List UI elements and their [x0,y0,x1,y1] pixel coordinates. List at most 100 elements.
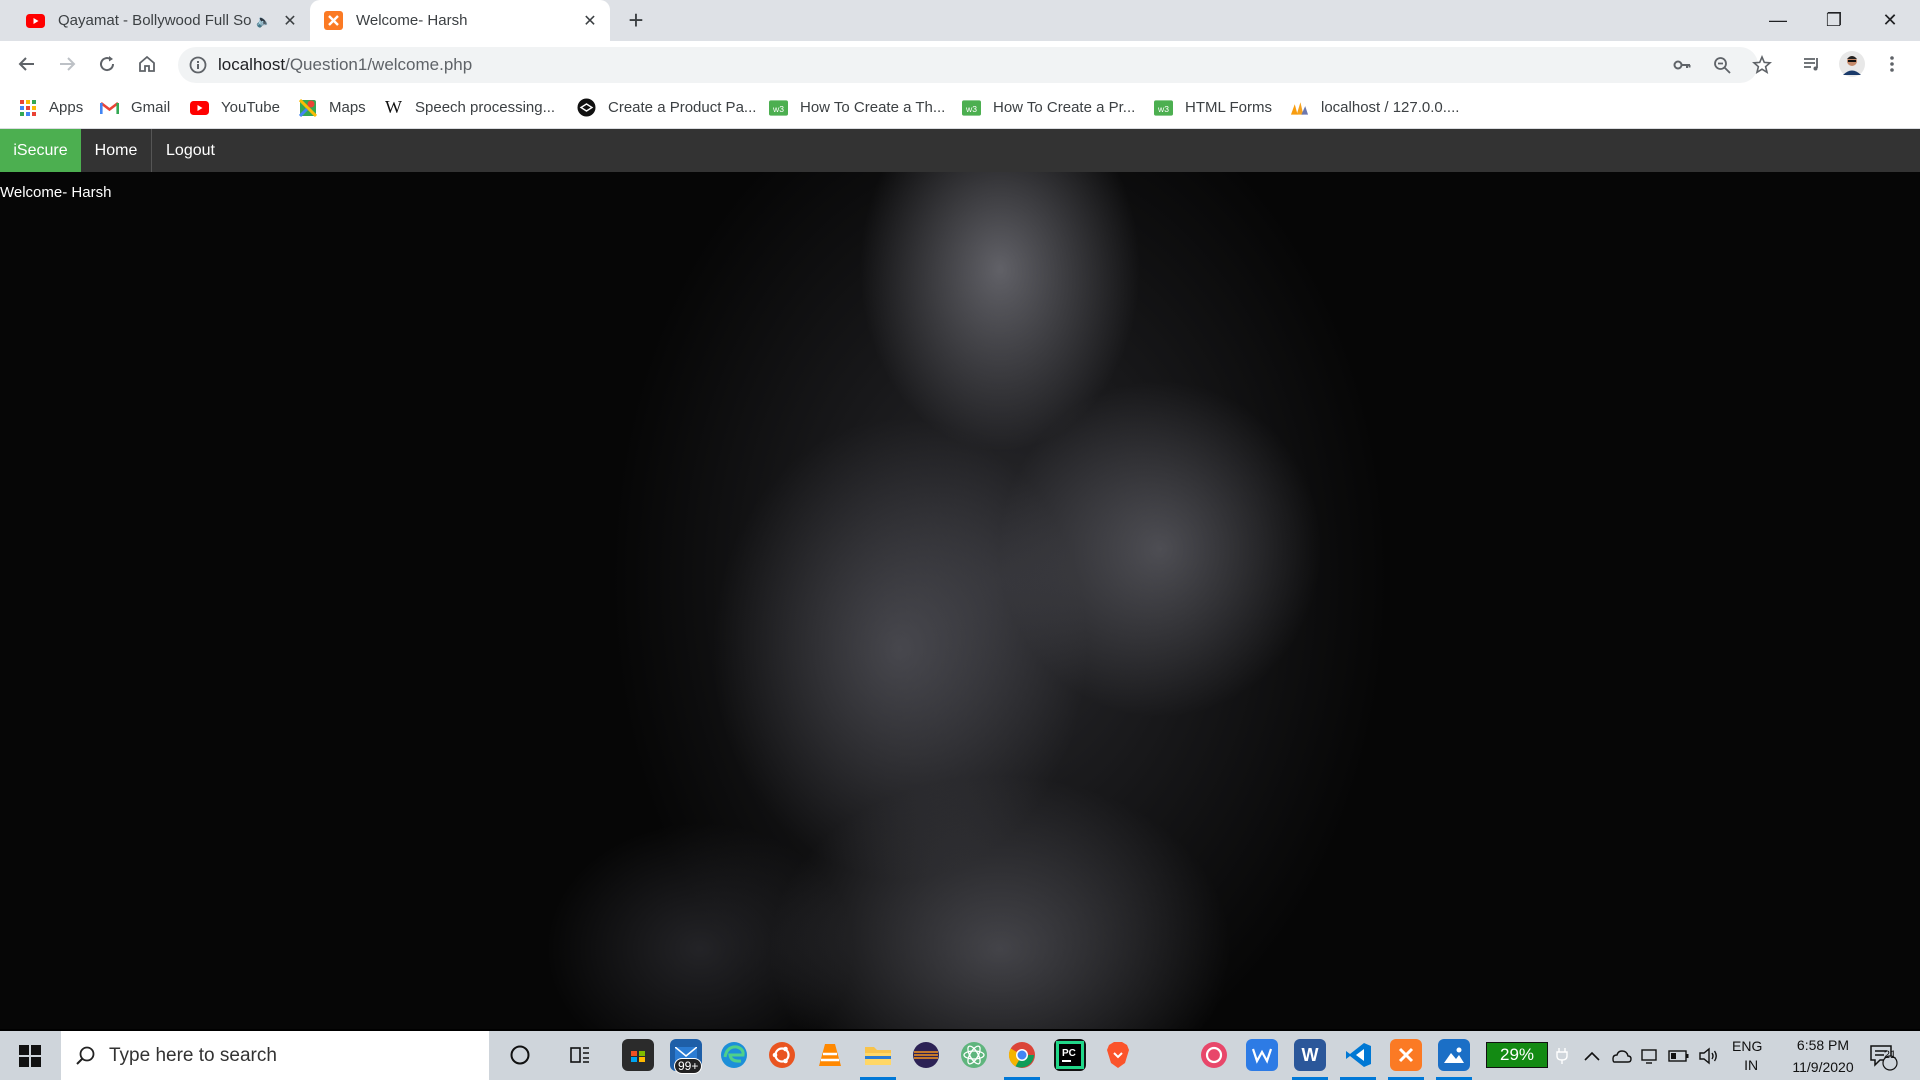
language-region: IN [1744,1056,1759,1073]
start-button[interactable] [0,1031,60,1080]
bookmark-how-to-create-th[interactable]: w3 How To Create a Th... [769,87,945,128]
tab-youtube[interactable]: Qayamat - Bollywood Full So 🔈 ✕ [12,0,310,41]
ubuntu-icon[interactable] [766,1039,798,1071]
site-navbar: iSecure Home Logout [0,129,1920,172]
avatar [1839,51,1865,77]
search-placeholder: Type here to search [109,1045,277,1066]
edge-browser-icon[interactable] [718,1039,750,1071]
profile-button[interactable] [1836,48,1868,80]
bookmark-label: HTML Forms [1185,99,1272,116]
w3schools-icon: w3 [769,98,788,117]
vscode-icon[interactable] [1342,1039,1374,1071]
bookmark-maps[interactable]: Maps [298,87,366,128]
playlist-icon [1804,58,1818,71]
tab-title: Welcome- Harsh [356,12,468,29]
bookmark-youtube[interactable]: YouTube [190,87,280,128]
task-view-icon[interactable] [564,1039,596,1071]
tab-close-icon[interactable]: ✕ [578,11,602,31]
welcome-message: Welcome- Harsh [0,184,112,201]
cortana-icon[interactable] [504,1039,536,1071]
vlc-icon[interactable] [814,1039,846,1071]
tab-close-icon[interactable]: ✕ [278,11,302,31]
tab-welcome[interactable]: Welcome- Harsh ✕ [310,0,610,41]
bookmarks-bar: Apps Gmail YouTube Maps W Speech process… [0,87,1920,129]
onedrive-icon[interactable] [1610,1031,1632,1080]
xampp-icon [324,11,343,30]
photos-icon[interactable] [1438,1039,1470,1071]
brave-icon[interactable] [1102,1039,1134,1071]
zoom-out-icon[interactable] [1712,55,1732,75]
pycharm-icon[interactable]: PC [1054,1039,1086,1071]
forward-button[interactable] [51,48,83,80]
chevron-up-icon[interactable] [1584,1031,1600,1080]
w3schools-icon: w3 [962,98,981,117]
bookmark-gmail[interactable]: Gmail [100,87,170,128]
svg-text:PC: PC [1062,1048,1076,1059]
microsoft-store-icon[interactable] [622,1039,654,1071]
nav-brand-link[interactable]: iSecure [0,129,81,172]
chrome-menu-button[interactable] [1876,48,1908,80]
url-path: /Question1/welcome.php [285,55,473,74]
bookmark-label: Gmail [131,99,171,116]
mail-icon[interactable]: 99+ [670,1039,703,1074]
minimize-button[interactable]: — [1750,0,1806,41]
url-host: localhost [218,55,286,74]
bookmark-speech-processing[interactable]: W Speech processing... [384,87,555,128]
notifications-button[interactable]: 21 [1868,1031,1898,1080]
new-tab-button[interactable]: + [622,6,650,34]
maps-icon [298,98,317,117]
eclipse-icon[interactable] [910,1039,942,1071]
xampp-icon[interactable] [1390,1039,1422,1071]
volume-icon[interactable] [1698,1031,1720,1080]
reload-button[interactable] [91,48,123,80]
battery-icon[interactable] [1668,1031,1690,1080]
svg-text:w3: w3 [1157,103,1169,113]
bookmark-label: How To Create a Pr... [993,99,1136,116]
gmail-icon [100,98,119,117]
browser-toolbar: localhost/Question1/welcome.php [0,41,1920,87]
apps-grid-icon [18,98,37,117]
clock-time: 6:58 PM [1796,1036,1850,1053]
language-code: ENG [1732,1037,1763,1054]
search-icon [76,1046,95,1065]
restore-button[interactable]: ❐ [1806,0,1862,41]
whiteboard-icon[interactable] [1246,1039,1278,1071]
atom-icon[interactable] [958,1039,990,1071]
bookmark-apps[interactable]: Apps [18,87,83,128]
word-icon[interactable]: W [1294,1039,1326,1071]
info-icon[interactable] [188,55,208,75]
back-button[interactable] [11,48,43,80]
app-icon-pink[interactable] [1198,1039,1230,1071]
url-text[interactable]: localhost/Question1/welcome.php [218,47,472,83]
bookmark-star-icon[interactable] [1752,55,1772,75]
battery-indicator[interactable]: 29% [1486,1042,1548,1068]
more-vert-icon [1890,56,1894,72]
file-explorer-icon[interactable] [862,1039,894,1071]
page-content: iSecure Home Logout Welcome- Harsh [0,129,1920,1029]
home-button[interactable] [131,48,163,80]
close-window-button[interactable]: ✕ [1862,0,1918,41]
chrome-icon[interactable] [1006,1039,1038,1071]
bookmark-create-product-page[interactable]: Create a Product Pa... [577,87,756,128]
codepen-icon [577,98,596,117]
forward-arrow-icon [60,57,76,71]
bookmark-localhost-phpmyadmin[interactable]: localhost / 127.0.0.... [1290,87,1459,128]
audio-playing-icon[interactable]: 🔈 [256,14,274,28]
nav-home-link[interactable]: Home [81,129,152,172]
key-icon[interactable] [1672,55,1692,75]
nav-logout-link[interactable]: Logout [153,129,228,172]
notification-count: 21 [1883,1049,1897,1061]
media-control-button[interactable] [1796,48,1828,80]
clock[interactable]: 6:58 PM 11/9/2020 [1776,1031,1870,1080]
taskbar-search-box[interactable]: Type here to search [61,1031,489,1080]
back-arrow-icon [18,57,34,71]
phpmyadmin-icon [1290,98,1309,117]
bookmark-html-forms[interactable]: w3 HTML Forms [1154,87,1272,128]
clock-date: 11/9/2020 [1792,1058,1854,1075]
input-language[interactable]: ENG IN [1732,1031,1762,1080]
bookmark-how-to-create-pr[interactable]: w3 How To Create a Pr... [962,87,1135,128]
address-bar[interactable]: localhost/Question1/welcome.php [178,47,1772,83]
network-icon[interactable] [1640,1031,1660,1080]
youtube-icon [26,11,45,30]
home-icon [139,55,155,72]
